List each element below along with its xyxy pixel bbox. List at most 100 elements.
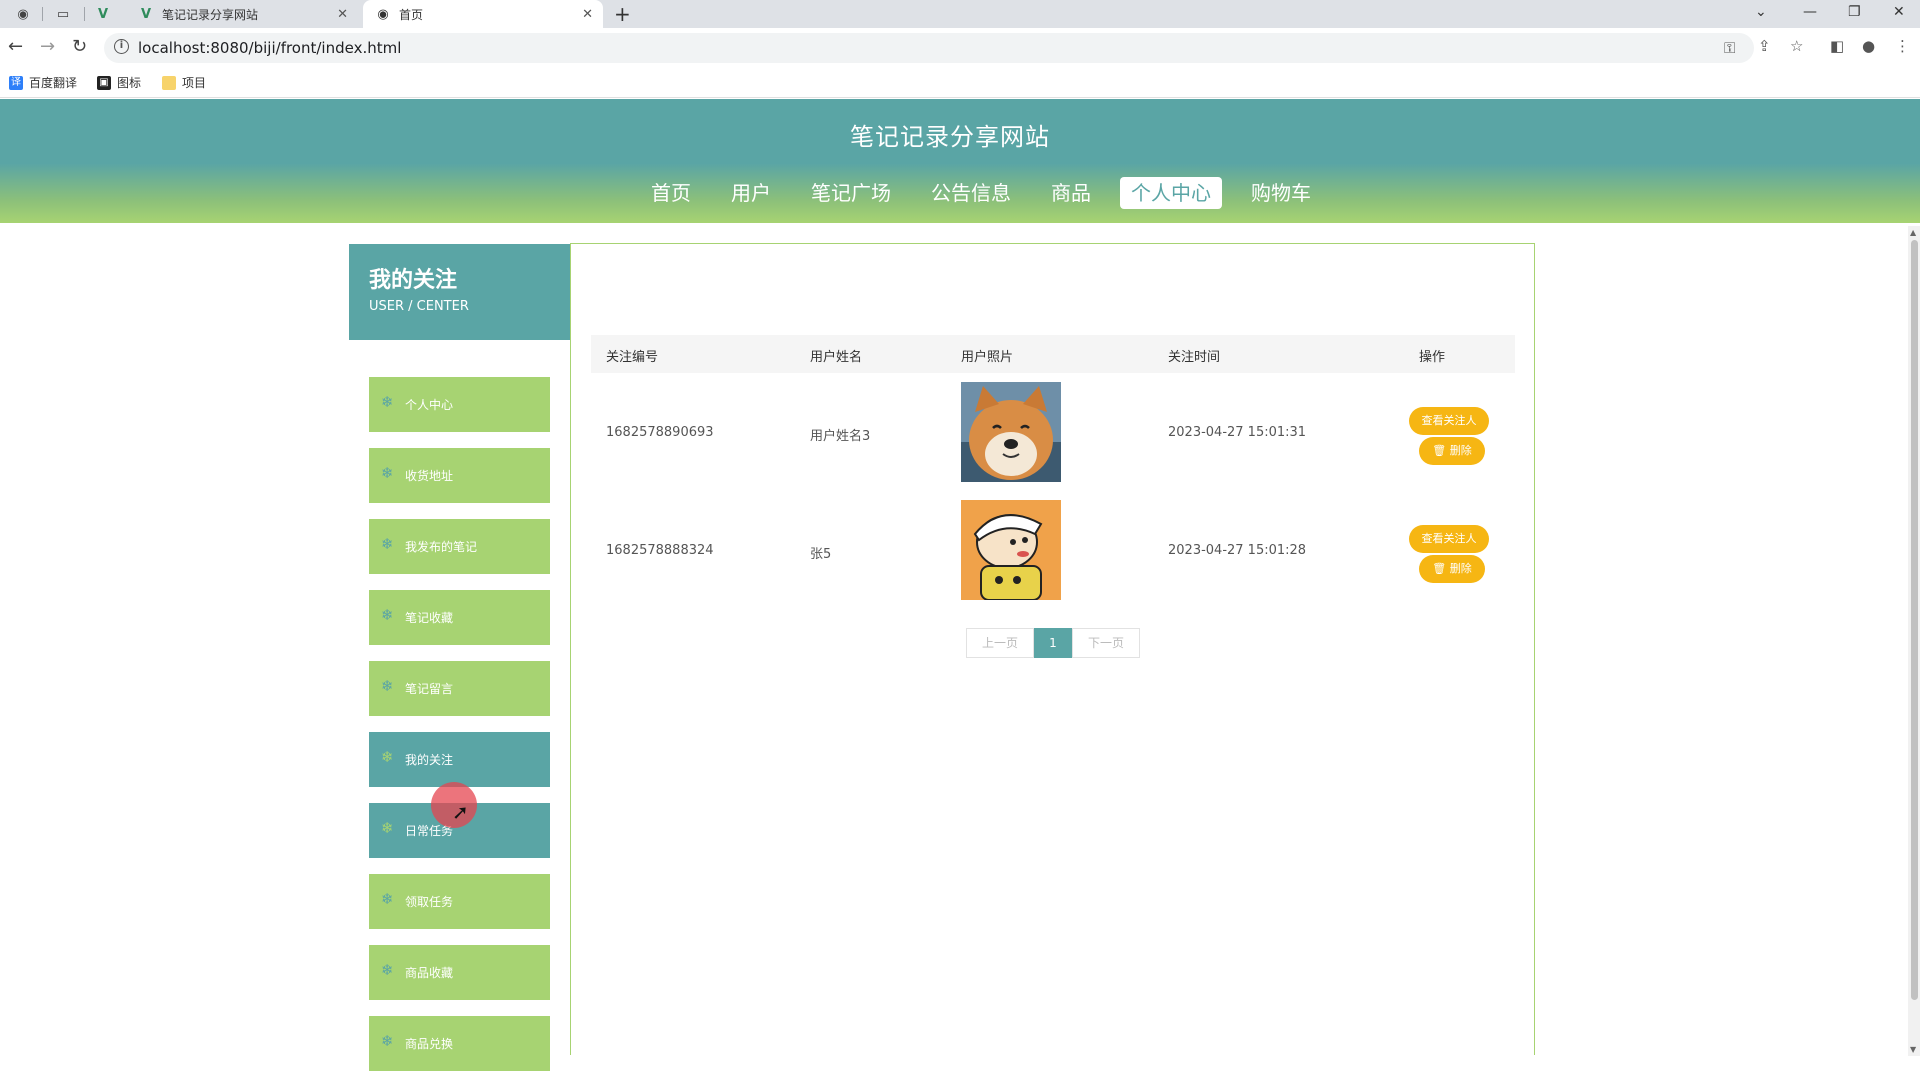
browser-toolbar: ← → ↻ i localhost:8080/biji/front/index.… xyxy=(0,28,1920,68)
restore-icon[interactable]: ❐ xyxy=(1848,4,1861,20)
nav-home[interactable]: 首页 xyxy=(640,177,702,209)
bookmark-item[interactable]: 译 百度翻译 xyxy=(9,74,77,91)
delete-label: 删除 xyxy=(1449,562,1472,575)
browser-tab-strip: ◉ ▭ V V 笔记记录分享网站 ✕ ◉ 首页 ✕ + ⌄ — ❐ ✕ xyxy=(0,0,1920,28)
sidebar-item-label: 我发布的笔记 xyxy=(405,540,478,554)
site-info-icon[interactable]: i xyxy=(114,39,129,54)
back-arrow-icon[interactable]: ← xyxy=(8,36,23,57)
nav-users[interactable]: 用户 xyxy=(720,177,782,209)
main-nav: 首页 用户 笔记广场 公告信息 商品 个人中心 购物车 xyxy=(640,177,1340,209)
prev-page-button[interactable]: 上一页 xyxy=(966,628,1034,658)
bookmark-star-icon[interactable]: ☆ xyxy=(1790,37,1803,55)
scroll-down-icon[interactable]: ▼ xyxy=(1910,1045,1916,1054)
sidebar-item-label: 我的关注 xyxy=(405,753,454,767)
scroll-up-icon[interactable]: ▲ xyxy=(1910,228,1916,237)
delete-label: 删除 xyxy=(1449,444,1472,457)
sidebar-header: 我的关注 USER / CENTER xyxy=(349,244,570,340)
view-followee-button[interactable]: 查看关注人 xyxy=(1409,407,1489,435)
next-page-button[interactable]: 下一页 xyxy=(1072,628,1140,658)
follow-id: 1682578888324 xyxy=(606,543,714,558)
url-text[interactable]: localhost:8080/biji/front/index.html xyxy=(138,39,401,57)
tab-search-icon[interactable]: ⌄ xyxy=(1755,4,1767,20)
sidebar-item-product-favorites[interactable]: ❄ 商品收藏 xyxy=(369,945,550,1000)
sidebar-item-label: 商品收藏 xyxy=(405,966,454,980)
nav-announcements[interactable]: 公告信息 xyxy=(920,177,1022,209)
sidebar-item-my-follows[interactable]: ❄ 我的关注 xyxy=(369,732,550,787)
trash-icon: 🗑 xyxy=(1432,562,1450,575)
follow-id: 1682578890693 xyxy=(606,425,714,440)
folder-icon xyxy=(162,75,176,90)
bookmark-item[interactable]: 项目 xyxy=(162,74,206,91)
address-bar[interactable]: i localhost:8080/biji/front/index.html ⚿ xyxy=(104,33,1754,63)
nav-note-square[interactable]: 笔记广场 xyxy=(800,177,902,209)
pinned-tab-blank[interactable]: ▭ xyxy=(46,3,80,25)
browser-tab-site[interactable]: V 笔记记录分享网站 ✕ xyxy=(126,0,358,28)
delete-button[interactable]: 🗑 删除 xyxy=(1419,555,1485,583)
sidebar-title: 我的关注 xyxy=(369,268,458,293)
sidebar-item-claim-tasks[interactable]: ❄ 领取任务 xyxy=(369,874,550,929)
vue-logo-icon: V xyxy=(140,6,152,22)
bookmark-item[interactable]: ▣ 图标 xyxy=(97,74,141,91)
nav-cart[interactable]: 购物车 xyxy=(1240,177,1322,209)
sidebar-item-product-redeem[interactable]: ❄ 商品兑换 xyxy=(369,1016,550,1071)
sidebar-item-addresses[interactable]: ❄ 收货地址 xyxy=(369,448,550,503)
sidebar-item-note-favorites[interactable]: ❄ 笔记收藏 xyxy=(369,590,550,645)
table-row: 1682578890693 用户姓名3 2023-04-27 15:01:31 … xyxy=(591,374,1515,492)
trash-icon: 🗑 xyxy=(1432,444,1450,457)
column-header: 关注编号 xyxy=(606,350,659,365)
bookmarks-bar: 译 百度翻译 ▣ 图标 项目 xyxy=(0,68,1920,98)
table-row: 1682578888324 张5 2023-04-27 15:01:28 查看关… xyxy=(591,492,1515,610)
follow-time: 2023-04-27 15:01:31 xyxy=(1168,425,1307,440)
sidebar-item-my-notes[interactable]: ❄ 我发布的笔记 xyxy=(369,519,550,574)
cartoon-boy-photo[interactable] xyxy=(961,500,1061,600)
page-scrollbar[interactable]: ▲ ▼ xyxy=(1908,226,1920,1056)
globe-icon: ◉ xyxy=(17,6,29,22)
sidebar-item-label: 个人中心 xyxy=(405,398,454,412)
reload-icon[interactable]: ↻ xyxy=(72,36,87,57)
snowflake-icon: ❄ xyxy=(381,1032,394,1050)
sidebar-item-note-comments[interactable]: ❄ 笔记留言 xyxy=(369,661,550,716)
shiba-dog-photo[interactable] xyxy=(961,382,1061,482)
user-name: 用户姓名3 xyxy=(810,429,871,444)
column-header: 关注时间 xyxy=(1168,350,1221,365)
tab-separator xyxy=(84,7,85,21)
sidebar-menu: ❄ 个人中心 ❄ 收货地址 ❄ 我发布的笔记 ❄ 笔记收藏 ❄ 笔记留言 ❄ 我的关注 ❄ 日… xyxy=(369,377,550,1087)
follows-panel: 关注编号 用户姓名 用户照片 关注时间 操作 1682578890693 用户姓… xyxy=(570,243,1535,1055)
browser-tab-home[interactable]: ◉ 首页 ✕ xyxy=(363,0,603,28)
bookmark-label: 图标 xyxy=(117,76,142,90)
pinned-tab-globe[interactable]: ◉ xyxy=(6,3,40,25)
sidebar-item-label: 领取任务 xyxy=(405,895,454,909)
snowflake-icon: ❄ xyxy=(381,961,394,979)
sidebar-item-personal-center[interactable]: ❄ 个人中心 xyxy=(369,377,550,432)
minimize-icon[interactable]: — xyxy=(1803,4,1817,20)
column-header: 用户照片 xyxy=(961,350,1014,365)
blank-page-icon: ▭ xyxy=(56,6,70,22)
menu-dots-icon[interactable]: ⋮ xyxy=(1895,37,1910,55)
translate-icon: 译 xyxy=(9,75,23,90)
profile-avatar-icon[interactable]: ● xyxy=(1862,37,1875,55)
snowflake-icon: ❄ xyxy=(381,748,394,766)
snowflake-icon: ❄ xyxy=(381,677,394,695)
sidebar-subtitle: USER / CENTER xyxy=(369,299,469,314)
tab-separator xyxy=(42,7,43,21)
view-followee-button[interactable]: 查看关注人 xyxy=(1409,525,1489,553)
close-icon[interactable]: ✕ xyxy=(582,7,593,22)
window-close-icon[interactable]: ✕ xyxy=(1893,4,1905,20)
share-icon[interactable]: ⇪ xyxy=(1758,37,1771,55)
user-name: 张5 xyxy=(810,547,832,562)
scroll-thumb[interactable] xyxy=(1911,240,1918,1000)
delete-button[interactable]: 🗑 删除 xyxy=(1419,437,1485,465)
image-icon: ▣ xyxy=(97,75,111,90)
snowflake-icon: ❄ xyxy=(381,819,394,837)
nav-products[interactable]: 商品 xyxy=(1040,177,1102,209)
column-header: 用户姓名 xyxy=(810,350,863,365)
close-icon[interactable]: ✕ xyxy=(337,7,348,22)
forward-arrow-icon[interactable]: → xyxy=(40,36,55,57)
new-tab-button[interactable]: + xyxy=(614,2,631,26)
side-panel-icon[interactable]: ◧ xyxy=(1830,37,1844,55)
pinned-tab-vue[interactable]: V xyxy=(86,3,120,25)
password-key-icon[interactable]: ⚿ xyxy=(1724,39,1735,57)
current-page[interactable]: 1 xyxy=(1034,628,1072,658)
nav-personal-center[interactable]: 个人中心 xyxy=(1120,177,1222,209)
snowflake-icon: ❄ xyxy=(381,890,394,908)
